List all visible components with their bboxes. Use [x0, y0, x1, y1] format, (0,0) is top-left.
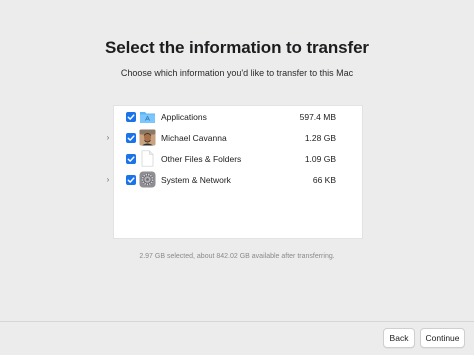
checkmark-icon — [127, 114, 135, 120]
item-size: 1.09 GB — [304, 154, 336, 164]
item-label: Other Files & Folders — [161, 154, 242, 164]
transfer-item-list: Applications 597.4 MB › Michael Cavanna … — [107, 105, 363, 239]
page-title: Select the information to transfer — [105, 38, 369, 57]
selection-summary: 2.97 GB selected, about 842.02 GB availa… — [139, 253, 335, 260]
disclosure-chevron-icon[interactable]: › — [104, 133, 112, 143]
checkmark-icon — [127, 177, 135, 183]
item-size: 597.4 MB — [299, 112, 336, 122]
item-label: Applications — [161, 112, 207, 122]
system-network-checkbox[interactable] — [126, 175, 136, 185]
system-settings-gear-icon — [139, 171, 156, 188]
list-item-user: › Michael Cavanna 1.28 GB — [107, 128, 362, 149]
checkmark-icon — [127, 156, 135, 162]
user-checkbox[interactable] — [126, 133, 136, 143]
back-button[interactable]: Back — [383, 328, 415, 348]
continue-button[interactable]: Continue — [420, 328, 465, 348]
list-item-applications: Applications 597.4 MB — [114, 107, 362, 128]
user-avatar-icon — [139, 129, 156, 146]
applications-checkbox[interactable] — [126, 112, 136, 122]
checkmark-icon — [127, 135, 135, 141]
list-item-other-files: Other Files & Folders 1.09 GB — [114, 149, 362, 170]
item-size: 1.28 GB — [304, 133, 336, 143]
other-files-checkbox[interactable] — [126, 154, 136, 164]
page-subtitle: Choose which information you'd like to t… — [120, 68, 354, 78]
blank-document-icon — [141, 150, 154, 167]
list-item-system-network: › System & Network 66 KB — [107, 170, 362, 191]
item-label: Michael Cavanna — [161, 133, 227, 143]
item-label: System & Network — [161, 175, 231, 185]
disclosure-chevron-icon[interactable]: › — [104, 175, 112, 185]
applications-folder-icon — [140, 112, 155, 123]
item-size: 66 KB — [312, 175, 336, 185]
footer-divider — [0, 321, 474, 322]
